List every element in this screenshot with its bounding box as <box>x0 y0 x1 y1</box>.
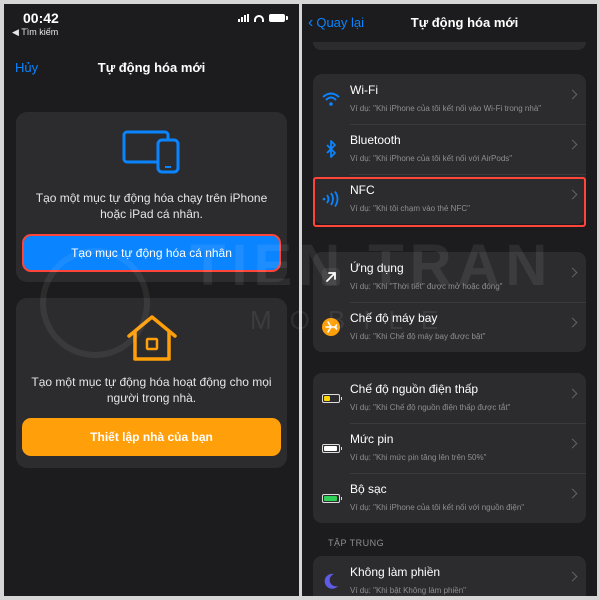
battery-status-icon <box>269 14 288 22</box>
app-arrow-icon <box>321 267 341 287</box>
row-title: Bluetooth <box>350 133 401 147</box>
chevron-right-icon <box>567 438 578 449</box>
app-triggers-group: Ứng dụng Ví dụ: "Khi "Thời tiết" được mở… <box>313 252 586 352</box>
row-subtitle: Ví dụ: "Khi iPhone của tôi kết nối với A… <box>350 154 513 163</box>
chevron-right-icon <box>567 488 578 499</box>
page-title-right: Tự động hóa mới <box>410 15 519 30</box>
charger-icon <box>321 488 342 508</box>
trigger-row-battery-level[interactable]: Mức pin Ví dụ: "Khi mức pin tăng lên trê… <box>313 423 586 473</box>
bluetooth-icon <box>321 139 341 159</box>
row-subtitle: Ví dụ: "Khi iPhone của tôi kết nối với n… <box>350 503 525 512</box>
home-icon <box>125 314 179 367</box>
create-personal-automation-button[interactable]: Tạo mục tự động hóa cá nhân <box>22 234 281 272</box>
row-subtitle: Ví dụ: "Khi bật Không làm phiền" <box>350 586 466 595</box>
section-header-focus: TẬP TRUNG <box>328 538 385 548</box>
chevron-right-icon <box>567 139 578 150</box>
battery-level-icon <box>321 438 342 458</box>
chevron-right-icon <box>567 388 578 399</box>
personal-automation-card: Tạo một mục tự động hóa chạy trên iPhone… <box>16 112 287 282</box>
row-subtitle: Ví dụ: "Khi Chế độ nguồn điện thấp được … <box>350 403 511 412</box>
row-title: Chế độ máy bay <box>350 311 438 325</box>
airplane-icon <box>321 317 341 337</box>
cellular-signal-icon <box>238 14 249 22</box>
moon-icon <box>321 571 341 591</box>
trigger-row-airplane[interactable]: Chế độ máy bay Ví dụ: "Khi Chế độ máy ba… <box>313 302 586 352</box>
trigger-row-nfc[interactable]: NFC Ví dụ: "Khi tôi chạm vào thẻ NFC" <box>313 174 586 224</box>
left-screen: 00:42 ◀ Tìm kiếm Hủy Tự động hóa mới Tạo… <box>4 4 299 596</box>
trigger-row-low-power[interactable]: Chế độ nguồn điện thấp Ví dụ: "Khi Chế đ… <box>313 373 586 423</box>
trigger-row-wifi[interactable]: Wi-Fi Ví dụ: "Khi iPhone của tôi kết nối… <box>313 74 586 124</box>
row-title: Wi-Fi <box>350 83 378 97</box>
chevron-right-icon <box>567 267 578 278</box>
devices-icon <box>122 130 182 179</box>
row-subtitle: Ví dụ: "Khi mức pin tăng lên trên 50%" <box>350 453 487 462</box>
row-title: Chế độ nguồn điện thấp <box>350 382 479 396</box>
page-title: Tự động hóa mới <box>97 60 206 75</box>
row-subtitle: Ví dụ: "Khi "Thời tiết" được mở hoặc đón… <box>350 282 503 291</box>
trigger-row-do-not-disturb[interactable]: Không làm phiền Ví dụ: "Khi bật Không là… <box>313 556 586 596</box>
status-icons <box>238 14 288 22</box>
home-automation-card: Tạo một mục tự động hóa hoạt động cho mọ… <box>16 298 287 468</box>
row-title: Mức pin <box>350 432 394 446</box>
row-subtitle: Ví dụ: "Khi Chế độ máy bay được bật" <box>350 332 486 341</box>
trigger-row-app[interactable]: Ứng dụng Ví dụ: "Khi "Thời tiết" được mở… <box>313 252 586 302</box>
setup-home-button[interactable]: Thiết lập nhà của bạn <box>22 418 281 456</box>
connectivity-triggers-group: Wi-Fi Ví dụ: "Khi iPhone của tôi kết nối… <box>313 74 586 224</box>
trigger-row-bluetooth[interactable]: Bluetooth Ví dụ: "Khi iPhone của tôi kết… <box>313 124 586 174</box>
chevron-right-icon <box>567 89 578 100</box>
back-to-search-link[interactable]: ◀ Tìm kiếm <box>12 27 58 38</box>
chevron-right-icon <box>567 571 578 582</box>
wifi-status-icon <box>254 14 264 22</box>
nfc-icon <box>321 189 341 209</box>
previous-list-group <box>313 42 586 50</box>
status-time: 00:42 <box>23 10 59 26</box>
row-title: Ứng dụng <box>350 261 404 275</box>
row-title: Bộ sạc <box>350 482 387 496</box>
wifi-icon <box>321 89 341 109</box>
personal-automation-text: Tạo một mục tự động hóa chạy trên iPhone… <box>35 191 268 221</box>
row-subtitle: Ví dụ: "Khi iPhone của tôi kết nối vào W… <box>350 104 542 113</box>
chevron-right-icon <box>567 317 578 328</box>
row-title: NFC <box>350 183 375 197</box>
focus-triggers-group: Không làm phiền Ví dụ: "Khi bật Không là… <box>313 556 586 596</box>
home-automation-text: Tạo một mục tự động hóa hoạt động cho mọ… <box>31 375 272 405</box>
right-screen: ‹ Quay lại Tự động hóa mới Wi-Fi Ví dụ: … <box>302 4 597 596</box>
power-triggers-group: Chế độ nguồn điện thấp Ví dụ: "Khi Chế đ… <box>313 373 586 523</box>
low-power-battery-icon <box>321 388 342 408</box>
trigger-row-charger[interactable]: Bộ sạc Ví dụ: "Khi iPhone của tôi kết nố… <box>313 473 586 523</box>
row-subtitle: Ví dụ: "Khi tôi chạm vào thẻ NFC" <box>350 204 470 213</box>
row-title: Không làm phiền <box>350 565 441 579</box>
chevron-right-icon <box>567 189 578 200</box>
